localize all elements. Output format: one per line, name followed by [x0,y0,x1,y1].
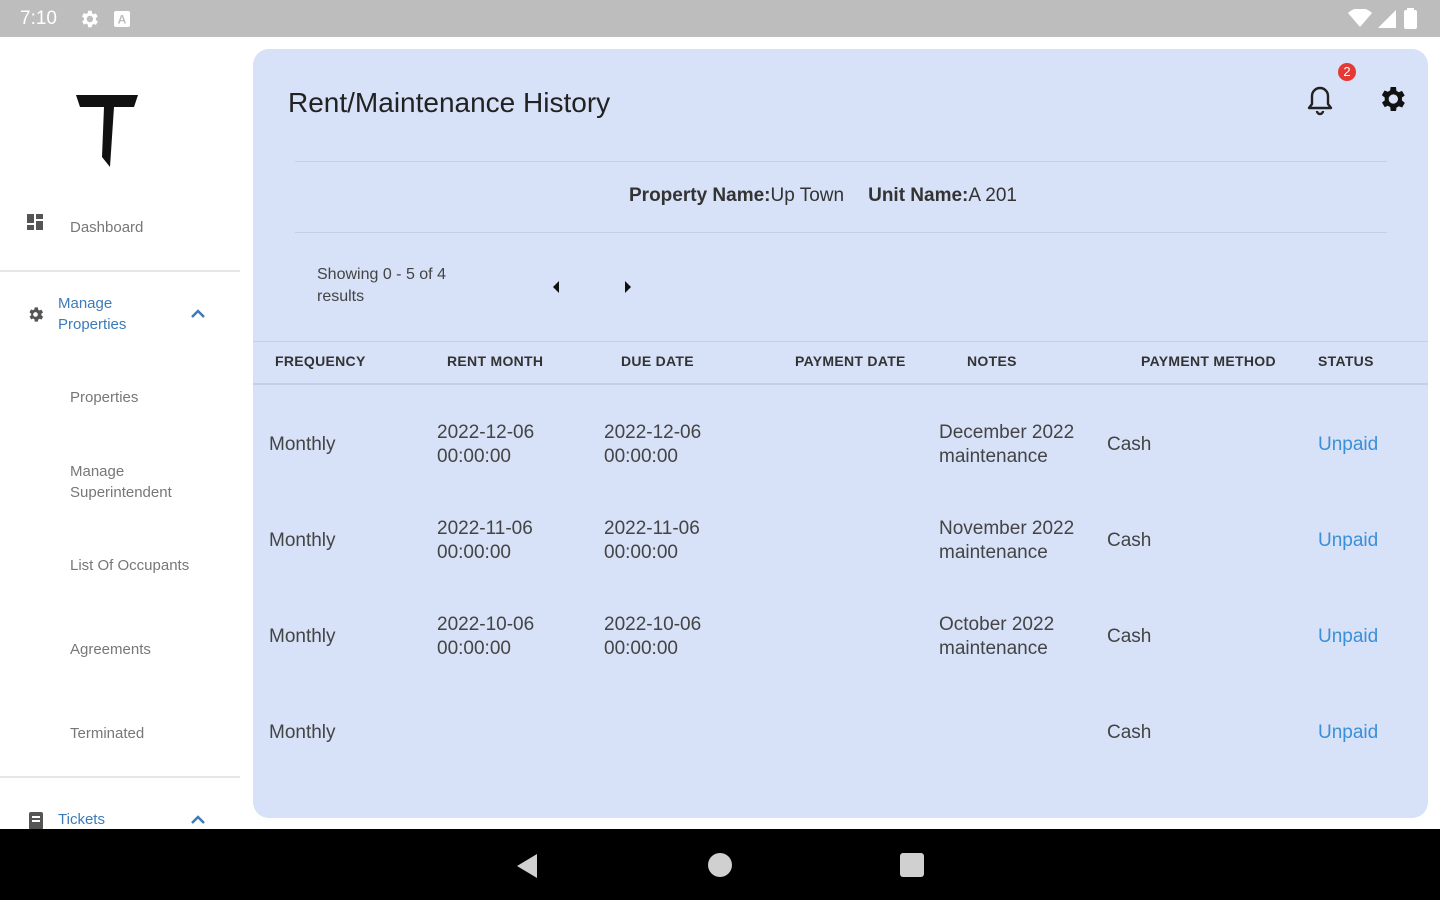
cell-due-date: 2022-10-06 00:00:00 [604,614,702,659]
unit-name-label: Unit Name: [868,185,969,206]
property-info: Property Name:Up Town Unit Name:A 201 [629,185,1017,207]
cell-notes: October 2022 maintenance [939,614,1055,659]
wifi-icon [1348,9,1372,27]
settings-icon[interactable] [1376,83,1408,115]
cell-payment-method: Cash [1107,530,1152,551]
main-panel: Rent/Maintenance History 2 Property Name… [253,49,1428,818]
cell-due-date: 2022-12-06 00:00:00 [604,422,702,467]
sidebar-item-list-of-occupants[interactable]: List Of Occupants [70,557,189,574]
sidebar-item-dashboard[interactable]: Dashboard [70,219,143,236]
system-nav-bar [0,829,1440,900]
cell-frequency: Monthly [269,626,336,647]
sidebar: Dashboard Manage Properties Properties M… [0,37,240,829]
sidebar-item-tickets[interactable]: Tickets [58,811,105,828]
cell-frequency: Monthly [269,434,336,455]
status-link[interactable]: Unpaid [1318,721,1378,745]
divider [295,161,1387,162]
cell-rent-month: 2022-12-06 00:00:00 [437,422,535,467]
sidebar-divider [0,270,240,272]
chevron-up-icon[interactable] [190,813,206,825]
divider [295,232,1387,233]
settings-status-icon [82,10,98,28]
column-header-notes: NOTES [967,353,1017,369]
status-bar: 7:10 A [0,0,1440,37]
recents-icon[interactable] [900,853,924,877]
battery-icon [1404,8,1417,29]
cell-notes: December 2022 maintenance [939,422,1075,467]
ticket-icon [29,812,43,829]
column-header-due-date: DUE DATE [621,353,694,369]
page-title: Rent/Maintenance History [288,87,611,118]
column-header-status: STATUS [1318,353,1374,369]
home-icon[interactable] [708,853,732,877]
chevron-up-icon[interactable] [190,307,206,319]
table-header-border [253,341,1428,342]
column-header-payment-date: PAYMENT DATE [795,353,906,369]
unit-name-value: A 201 [968,185,1017,206]
cell-frequency: Monthly [269,530,336,551]
next-page-icon[interactable] [621,279,635,295]
cell-notes: November 2022 maintenance [939,518,1075,563]
property-name-label: Property Name: [629,185,771,206]
cell-payment-method: Cash [1107,434,1152,455]
cell-due-date: 2022-11-06 00:00:00 [604,518,700,563]
table-header-border [253,383,1428,385]
app-notification-icon: A [114,11,130,27]
bell-icon[interactable] [1306,85,1334,117]
logo [76,95,138,167]
notification-badge: 2 [1338,63,1356,81]
column-header-payment-method: PAYMENT METHOD [1141,353,1276,369]
gear-icon [29,307,44,322]
cell-rent-month: 2022-10-06 00:00:00 [437,614,535,659]
sidebar-item-agreements[interactable]: Agreements [70,641,151,658]
sidebar-item-manage-superintendent[interactable]: Manage Superintendent [70,461,210,503]
sidebar-item-manage-properties[interactable]: Manage Properties [58,293,168,335]
property-name-value: Up Town [770,185,845,206]
back-icon[interactable] [515,853,539,879]
cell-frequency: Monthly [269,722,336,743]
cell-payment-method: Cash [1107,626,1152,647]
cell-rent-month: 2022-11-06 00:00:00 [437,518,533,563]
column-header-rent-month: RENT MONTH [447,353,544,369]
dashboard-icon [27,214,43,230]
sidebar-divider [0,776,240,778]
status-link[interactable]: Unpaid [1318,625,1378,649]
sidebar-item-terminated[interactable]: Terminated [70,725,144,742]
cell-payment-method: Cash [1107,722,1152,743]
status-link[interactable]: Unpaid [1318,529,1378,553]
signal-icon [1378,10,1396,28]
prev-page-icon[interactable] [549,279,563,295]
sidebar-item-properties[interactable]: Properties [70,389,138,406]
pagination-summary: Showing 0 - 5 of 4 results [317,266,446,305]
column-header-frequency: FREQUENCY [275,353,366,369]
svg-text:A: A [118,13,127,27]
status-time: 7:10 [20,8,57,29]
status-link[interactable]: Unpaid [1318,433,1378,457]
